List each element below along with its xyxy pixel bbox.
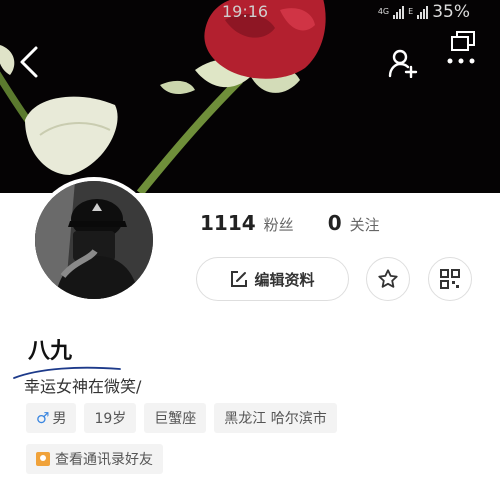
cover-photo[interactable] bbox=[0, 0, 500, 193]
gender-label: 男 bbox=[52, 411, 67, 427]
back-button[interactable] bbox=[14, 44, 44, 80]
add-person-icon bbox=[388, 49, 418, 78]
avatar[interactable] bbox=[31, 177, 157, 303]
rose-image bbox=[0, 0, 326, 193]
bio-text: 幸运女神在微笑/ bbox=[24, 377, 142, 396]
male-icon: ♂ bbox=[36, 409, 50, 427]
status-time: 19:16 bbox=[222, 2, 269, 21]
zodiac-tag: 巨蟹座 bbox=[144, 403, 207, 433]
avatar-image bbox=[35, 181, 153, 299]
profile-stats: 1114 粉丝 0 关注 bbox=[200, 211, 380, 235]
following-label[interactable]: 关注 bbox=[350, 214, 380, 235]
age-tag: 19岁 bbox=[84, 403, 137, 433]
window-button[interactable] bbox=[448, 28, 478, 54]
view-contacts-button[interactable]: 查看通讯录好友 bbox=[26, 444, 163, 474]
favorite-button[interactable] bbox=[366, 257, 410, 301]
qr-code-icon bbox=[440, 269, 460, 289]
qr-code-button[interactable] bbox=[428, 257, 472, 301]
contacts-icon bbox=[36, 452, 50, 466]
location-label: 黑龙江 哈尔滨市 bbox=[224, 411, 327, 427]
gender-tag: ♂ 男 bbox=[26, 403, 77, 433]
status-indicators: 4G E 35% bbox=[378, 2, 470, 22]
zodiac-label: 巨蟹座 bbox=[154, 411, 197, 427]
view-contacts-label: 查看通讯录好友 bbox=[55, 452, 153, 468]
window-icon bbox=[451, 31, 475, 51]
profile-tags: ♂ 男 19岁 巨蟹座 黑龙江 哈尔滨市 bbox=[26, 403, 337, 433]
signal-icon bbox=[393, 5, 405, 19]
fans-label[interactable]: 粉丝 bbox=[264, 214, 294, 235]
fans-count[interactable]: 1114 bbox=[200, 211, 256, 235]
edit-icon bbox=[231, 271, 248, 287]
network-indicator-4g: 4G bbox=[377, 7, 390, 16]
edit-profile-label: 编辑资料 bbox=[254, 270, 315, 289]
edit-profile-button[interactable]: 编辑资料 bbox=[196, 257, 349, 301]
back-arrow-icon bbox=[20, 46, 38, 78]
location-tag: 黑龙江 哈尔滨市 bbox=[214, 403, 337, 433]
age-label: 19岁 bbox=[94, 411, 127, 427]
add-friend-button[interactable] bbox=[386, 46, 420, 80]
network-indicator-e: E bbox=[408, 7, 414, 16]
more-button[interactable] bbox=[444, 52, 478, 70]
more-dots-icon bbox=[447, 58, 475, 64]
avatar-figure bbox=[35, 181, 153, 299]
following-count[interactable]: 0 bbox=[328, 211, 342, 235]
signal-icon-secondary bbox=[417, 5, 429, 19]
battery-percent: 35% bbox=[432, 2, 470, 22]
star-icon bbox=[378, 269, 398, 288]
